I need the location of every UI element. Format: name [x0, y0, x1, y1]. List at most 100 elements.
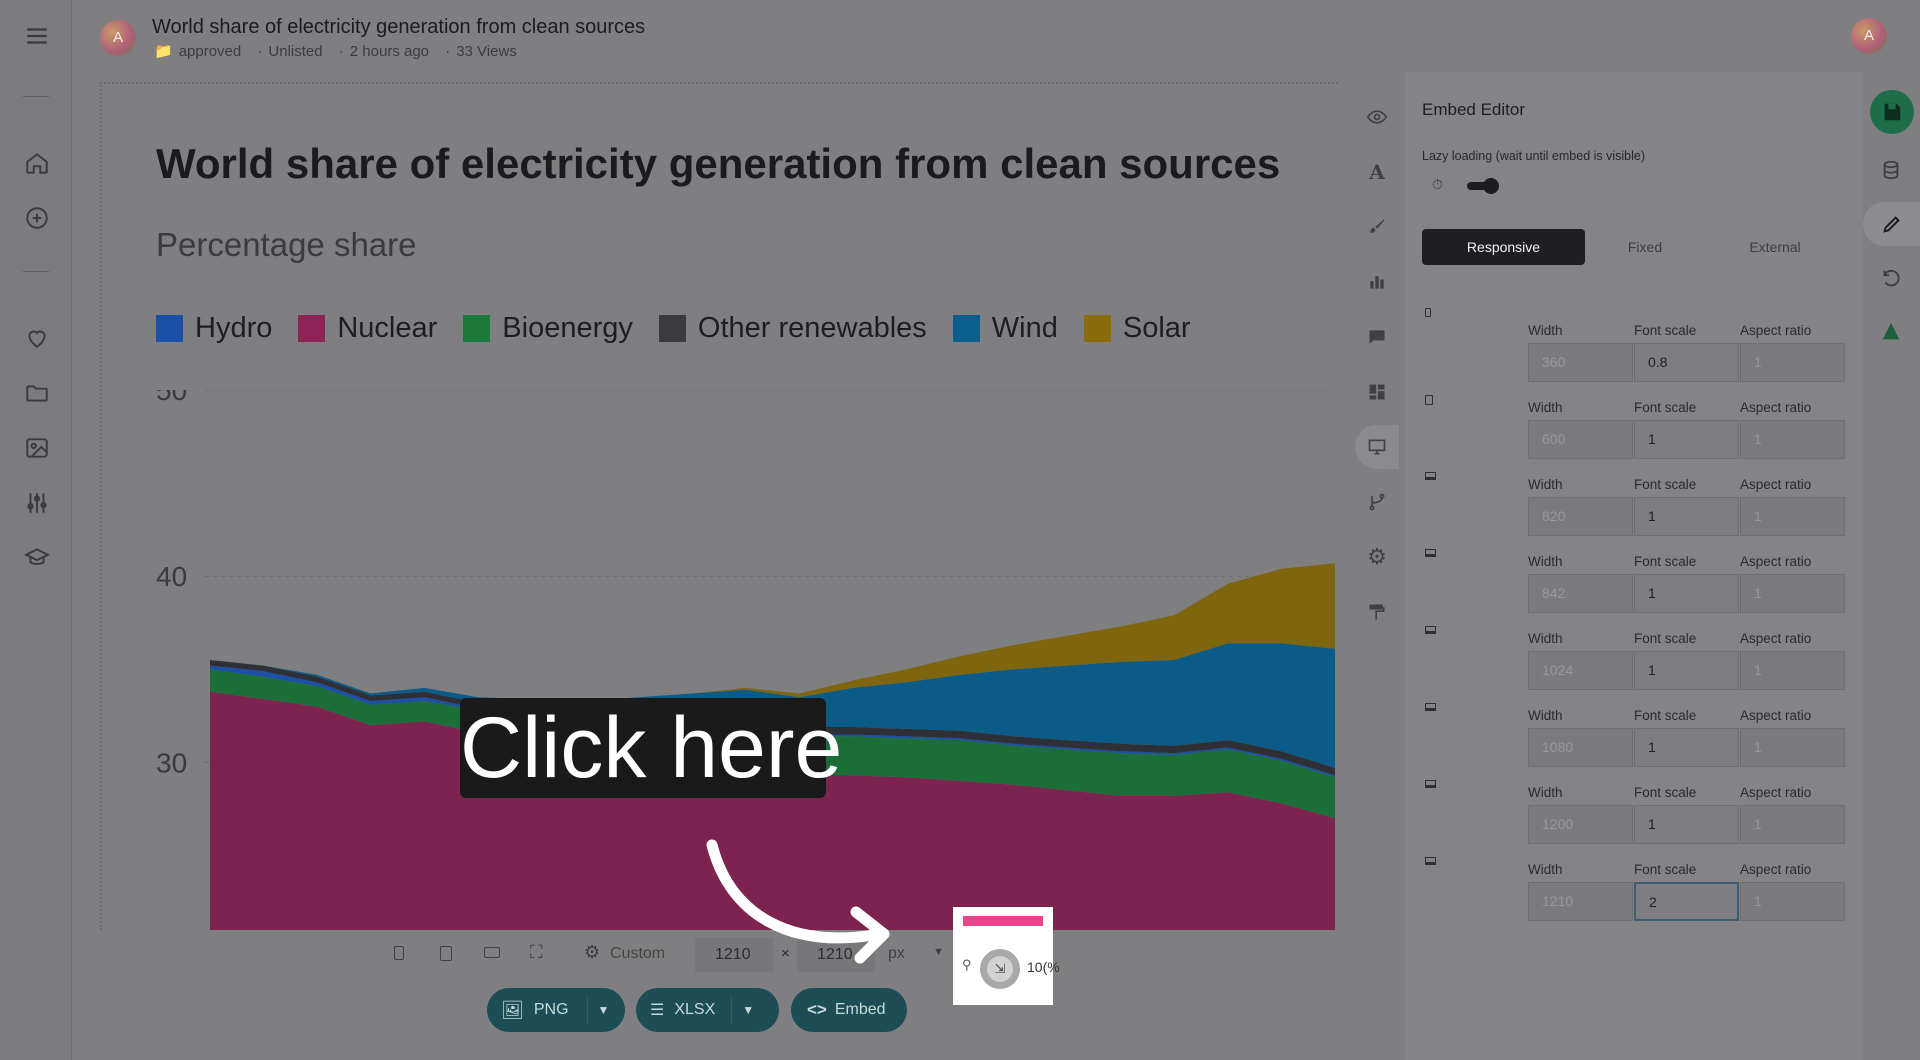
- comment-icon[interactable]: [1355, 315, 1399, 359]
- layout-icon[interactable]: [1355, 370, 1399, 414]
- legend-label: Nuclear: [337, 312, 438, 344]
- aspect-ratio-input[interactable]: 1: [1740, 343, 1845, 382]
- user-avatar[interactable]: A: [1851, 18, 1887, 54]
- preset-label[interactable]: Custom: [610, 945, 665, 963]
- database-icon: ☰: [650, 1002, 665, 1019]
- paint-roller-icon[interactable]: [1355, 590, 1399, 634]
- mobile-icon[interactable]: [394, 946, 404, 960]
- separator-dot: ·: [257, 43, 263, 60]
- undo-icon[interactable]: [1871, 258, 1911, 298]
- font-scale-label: Font scale: [1634, 785, 1697, 800]
- save-button[interactable]: [1870, 90, 1914, 134]
- legend-swatch: [156, 315, 183, 342]
- aspect-ratio-label: Aspect ratio: [1740, 862, 1812, 877]
- tab-external[interactable]: External: [1700, 229, 1850, 265]
- width-input[interactable]: 1210: [1528, 882, 1633, 921]
- embed-monitor-icon[interactable]: [1355, 425, 1399, 469]
- legend-item[interactable]: Nuclear: [298, 312, 437, 345]
- chart-title[interactable]: World share of electricity generation fr…: [156, 140, 1280, 188]
- legend-item[interactable]: Hydro: [156, 312, 272, 345]
- aspect-ratio-input[interactable]: 1: [1740, 497, 1845, 536]
- aspect-ratio-input[interactable]: 1: [1740, 574, 1845, 613]
- chevron-down-icon[interactable]: ▼: [933, 946, 944, 958]
- font-scale-input[interactable]: 1: [1634, 805, 1739, 844]
- split-divider: [731, 996, 733, 1024]
- legend-swatch: [658, 315, 686, 342]
- home-icon[interactable]: [24, 150, 50, 176]
- heart-icon[interactable]: [24, 325, 50, 351]
- click-here-callout: Click here: [460, 698, 843, 798]
- font-scale-input[interactable]: 1: [1634, 497, 1739, 536]
- aspect-ratio-input[interactable]: 1: [1740, 728, 1845, 767]
- brush-icon[interactable]: [1355, 205, 1399, 249]
- chevron-down-icon[interactable]: ▼: [742, 1003, 754, 1017]
- separator-dot: ·: [338, 43, 344, 60]
- gear-icon[interactable]: ⚙: [1355, 535, 1399, 579]
- graduation-cap-icon[interactable]: [24, 545, 50, 571]
- laptop-icon: [1425, 780, 1436, 788]
- width-input[interactable]: 600: [1528, 420, 1633, 459]
- width-input[interactable]: 360: [1528, 343, 1633, 382]
- folder-name[interactable]: approved: [179, 43, 242, 60]
- width-input[interactable]: 1024: [1528, 651, 1633, 690]
- laptop-icon[interactable]: [484, 947, 500, 958]
- aspect-ratio-input[interactable]: 1: [1740, 651, 1845, 690]
- typography-icon[interactable]: A: [1355, 150, 1399, 194]
- aspect-ratio-input[interactable]: 1: [1740, 805, 1845, 844]
- document-meta: 📁 approved · Unlisted · 2 hours ago · 33 Vie…: [154, 42, 523, 60]
- width-input[interactable]: 1080: [1528, 728, 1633, 767]
- fullscreen-icon[interactable]: ⛶: [530, 942, 543, 963]
- export-xlsx-button[interactable]: ☰ XLSX ▼: [636, 988, 779, 1032]
- mobile-icon: [1425, 308, 1431, 317]
- width-input[interactable]: 820: [1528, 497, 1633, 536]
- menu-icon[interactable]: [24, 23, 50, 49]
- font-scale-input[interactable]: 2: [1634, 882, 1739, 921]
- add-circle-icon[interactable]: [24, 205, 50, 231]
- font-scale-label: Font scale: [1634, 323, 1697, 338]
- legend-item[interactable]: Bioenergy: [463, 312, 633, 345]
- tab-fixed[interactable]: Fixed: [1570, 229, 1720, 265]
- laptop-icon: [1425, 549, 1436, 557]
- lazy-loading-toggle[interactable]: [1467, 178, 1499, 194]
- folder-icon[interactable]: [24, 380, 50, 406]
- tab-responsive[interactable]: Responsive: [1422, 229, 1585, 265]
- width-input[interactable]: 1200: [1528, 805, 1633, 844]
- tree-icon[interactable]: [1871, 312, 1911, 352]
- width-input[interactable]: 842: [1528, 574, 1633, 613]
- database-icon[interactable]: [1871, 150, 1911, 190]
- width-label: Width: [1528, 323, 1563, 338]
- legend-swatch: [463, 315, 491, 342]
- aspect-ratio-input[interactable]: 1: [1740, 882, 1845, 921]
- code-icon: <>: [807, 1000, 827, 1019]
- export-png-button[interactable]: 🖼 PNG ▼: [487, 988, 625, 1032]
- image-icon[interactable]: [24, 435, 50, 461]
- font-scale-input[interactable]: 1: [1634, 651, 1739, 690]
- fit-to-screen-button[interactable]: ⇲: [980, 949, 1020, 989]
- gear-icon: ⚙: [584, 942, 601, 962]
- chevron-down-icon[interactable]: ▼: [598, 1003, 610, 1017]
- font-scale-input[interactable]: 1: [1634, 728, 1739, 767]
- edit-pencil-button[interactable]: [1863, 202, 1920, 246]
- aspect-ratio-input[interactable]: 1: [1740, 420, 1845, 459]
- tablet-icon: [1425, 395, 1433, 405]
- font-scale-input[interactable]: 1: [1634, 420, 1739, 459]
- legend-item[interactable]: Solar: [1083, 312, 1191, 345]
- document-title[interactable]: World share of electricity generation fr…: [152, 16, 645, 39]
- sliders-icon[interactable]: [24, 490, 50, 516]
- owner-avatar[interactable]: A: [100, 20, 136, 56]
- bar-chart-icon[interactable]: [1355, 260, 1399, 304]
- aspect-ratio-label: Aspect ratio: [1740, 477, 1812, 492]
- chart-subtitle[interactable]: Percentage share: [156, 226, 417, 264]
- eye-icon[interactable]: [1355, 95, 1399, 139]
- branch-icon[interactable]: [1355, 480, 1399, 524]
- tablet-icon[interactable]: [440, 946, 452, 961]
- font-scale-input[interactable]: 0.8: [1634, 343, 1739, 382]
- breakpoint-row: Width 360 Font scale 0.8 Aspect ratio 1: [1405, 308, 1863, 386]
- laptop-icon: [1425, 703, 1436, 711]
- visibility-label[interactable]: Unlisted: [268, 43, 322, 60]
- legend-item[interactable]: Wind: [952, 312, 1058, 345]
- export-embed-button[interactable]: <> Embed: [791, 988, 907, 1032]
- pencil-icon: [1882, 216, 1900, 233]
- legend-item[interactable]: Other renewables: [658, 312, 927, 345]
- font-scale-input[interactable]: 1: [1634, 574, 1739, 613]
